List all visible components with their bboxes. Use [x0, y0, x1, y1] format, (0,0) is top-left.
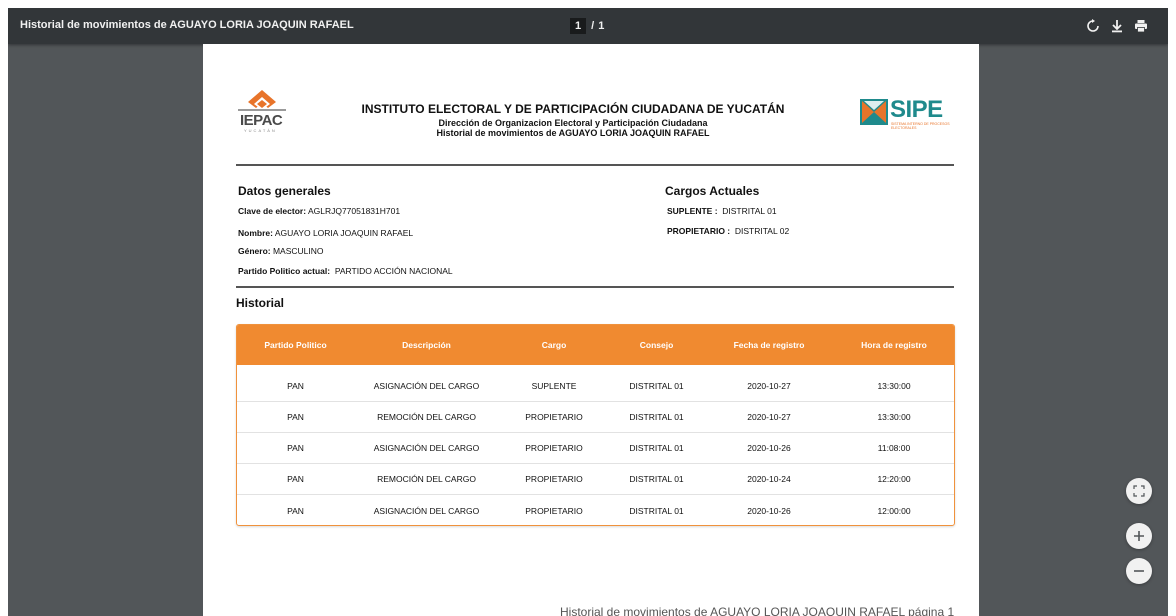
table-cell: 2020-10-24 [747, 474, 791, 484]
table-cell: ASIGNACIÓN DEL CARGO [373, 381, 480, 391]
partido-value: PARTIDO ACCIÓN NACIONAL [334, 266, 453, 276]
cargo-value: DISTRITAL 02 [734, 226, 790, 236]
nombre-label: Nombre: [238, 228, 273, 238]
table-row: PAN REMOCIÓN DEL CARGO PROPIETARIO DISTR… [237, 402, 954, 433]
document-header: INSTITUTO ELECTORAL Y DE PARTICIPACIÓN C… [333, 102, 813, 138]
table-cell: ASIGNACIÓN DEL CARGO [373, 505, 480, 516]
table-cell: 13:30:00 [877, 381, 911, 391]
iepac-logo: IEPAC YUCATÁN [236, 88, 288, 136]
column-header: Partido Politico [264, 340, 327, 350]
document-title: Historial de movimientos de AGUAYO LORIA… [20, 19, 354, 31]
zoom-in-icon[interactable] [1126, 523, 1152, 549]
total-pages: 1 [598, 20, 605, 32]
table-cell: PROPIETARIO [525, 443, 583, 453]
table-cell: SUPLENTE [531, 381, 577, 391]
table-cell: PAN [287, 412, 304, 422]
current-page-input[interactable]: 1 [570, 18, 587, 34]
page-separator: / [591, 20, 595, 32]
table-cell: DISTRITAL 01 [629, 381, 684, 391]
column-header: Fecha de registro [733, 340, 805, 350]
table-cell: PROPIETARIO [525, 505, 583, 516]
pdf-viewer: Historial de movimientos de AGUAYO LORIA… [8, 8, 1168, 616]
table-header: Partido Politico Descripción Cargo Conse… [237, 325, 954, 365]
table-cell: DISTRITAL 01 [629, 412, 684, 422]
table-cell: DISTRITAL 01 [629, 474, 684, 484]
table-cell: PAN [287, 474, 304, 484]
table-cell: PROPIETARIO [525, 412, 583, 422]
cargo-value: DISTRITAL 01 [722, 206, 777, 216]
fit-page-icon[interactable] [1126, 478, 1152, 504]
table-cell: PAN [287, 505, 304, 516]
table-cell: PAN [287, 443, 304, 453]
history-subtitle: Historial de movimientos de AGUAYO LORIA… [436, 128, 710, 138]
table-cell: REMOCIÓN DEL CARGO [377, 474, 476, 484]
partido-label: Partido Politico actual: [238, 266, 331, 276]
table-cell: 2020-10-27 [747, 381, 791, 391]
cargo-item: PROPIETARIO : DISTRITAL 02 [667, 226, 789, 236]
nombre-value: AGUAYO LORIA JOAQUIN RAFAEL [274, 228, 414, 238]
table-row: PAN ASIGNACIÓN DEL CARGO PROPIETARIO DIS… [237, 433, 954, 464]
direction-subtitle: Dirección de Organizacion Electoral y Pa… [438, 118, 708, 128]
clave-label: Clave de elector: [238, 206, 307, 216]
iepac-logo-text: IEPAC [240, 112, 283, 129]
zoom-out-icon[interactable] [1126, 558, 1152, 584]
column-header: Cargo [541, 340, 567, 350]
history-table: Partido Politico Descripción Cargo Conse… [236, 324, 955, 526]
general-data-title: Datos generales [238, 184, 331, 198]
clave-value: AGLRJQ77051831H701 [307, 206, 401, 216]
table-cell: 2020-10-26 [747, 505, 791, 516]
table-cell: 12:00:00 [877, 505, 911, 516]
cargo-item: SUPLENTE : DISTRITAL 01 [667, 206, 777, 216]
table-cell: 2020-10-26 [747, 443, 791, 453]
page-footer: Historial de movimientos de AGUAYO LORIA… [560, 605, 955, 616]
column-header: Consejo [639, 340, 674, 350]
page-indicator: 1 / 1 [570, 17, 604, 35]
table-cell: 13:30:00 [877, 412, 911, 422]
nombre-field: Nombre: AGUAYO LORIA JOAQUIN RAFAEL [238, 228, 413, 238]
clave-elector-field: Clave de elector: AGLRJQ77051831H701 [238, 206, 400, 216]
table-cell: DISTRITAL 01 [629, 505, 684, 516]
table-row: PAN ASIGNACIÓN DEL CARGO SUPLENTE DISTRI… [237, 371, 954, 402]
table-cell: DISTRITAL 01 [629, 443, 684, 453]
table-cell: PROPIETARIO [525, 474, 583, 484]
cargo-label: SUPLENTE : [667, 206, 718, 216]
rotate-icon[interactable] [1084, 17, 1102, 35]
header-divider [236, 164, 954, 166]
table-row: PAN REMOCIÓN DEL CARGO PROPIETARIO DISTR… [237, 464, 954, 495]
iepac-logo-subtext: YUCATÁN [244, 128, 277, 133]
column-header: Hora de registro [861, 340, 927, 350]
column-header: Descripción [402, 340, 451, 350]
pdf-page: IEPAC YUCATÁN SIPE SISTEMA INTERNO DE PR… [203, 44, 979, 616]
institute-title: INSTITUTO ELECTORAL Y DE PARTICIPACIÓN C… [361, 102, 785, 116]
table-row: PAN ASIGNACIÓN DEL CARGO PROPIETARIO DIS… [237, 495, 954, 525]
print-icon[interactable] [1132, 17, 1150, 35]
cargo-label: PROPIETARIO : [667, 226, 731, 236]
table-cell: 2020-10-27 [747, 412, 791, 422]
current-positions-title: Cargos Actuales [665, 184, 760, 198]
download-icon[interactable] [1108, 17, 1126, 35]
section-divider [236, 286, 954, 288]
sipe-logo-subtext: SISTEMA INTERNO DE PROCESOS ELECTORALES [891, 122, 950, 130]
table-cell: REMOCIÓN DEL CARGO [377, 412, 476, 422]
genero-value: MASCULINO [272, 246, 324, 256]
table-cell: PAN [287, 381, 304, 391]
sipe-logo: SIPE SISTEMA INTERNO DE PROCESOS ELECTOR… [860, 96, 952, 130]
genero-label: Género: [238, 246, 271, 256]
table-cell: 11:08:00 [877, 443, 911, 453]
genero-field: Género: MASCULINO [238, 246, 324, 256]
history-title: Historial [236, 296, 285, 310]
table-cell: 12:20:00 [877, 474, 911, 484]
sipe-logo-text: SIPE [890, 96, 943, 123]
viewer-toolbar: Historial de movimientos de AGUAYO LORIA… [8, 8, 1168, 44]
partido-field: Partido Politico actual: PARTIDO ACCIÓN … [238, 266, 453, 276]
table-cell: ASIGNACIÓN DEL CARGO [373, 443, 480, 453]
